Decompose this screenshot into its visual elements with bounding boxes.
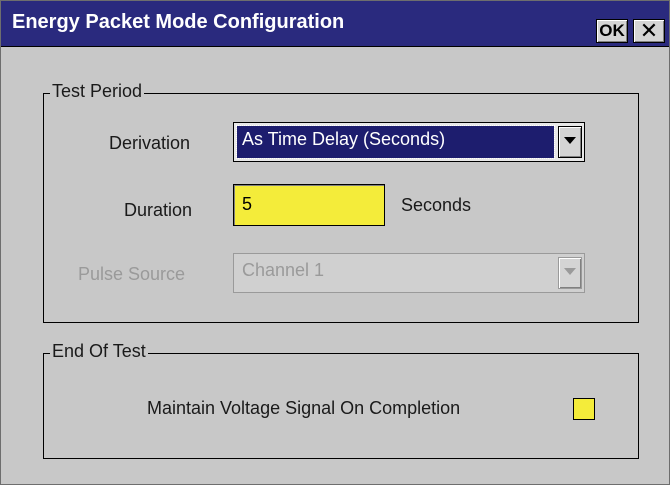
- ok-button[interactable]: OK: [596, 19, 628, 43]
- dialog-title: Energy Packet Mode Configuration: [12, 11, 345, 33]
- pulse-source-dropdown[interactable]: Channel 1: [233, 253, 585, 293]
- end-of-test-legend: End Of Test: [50, 341, 148, 362]
- close-icon: ✕: [639, 18, 659, 43]
- derivation-dropdown-button[interactable]: [558, 126, 582, 158]
- duration-label: Duration: [124, 200, 193, 220]
- test-period-legend: Test Period: [50, 81, 145, 102]
- derivation-dropdown[interactable]: As Time Delay (Seconds): [233, 122, 585, 162]
- derivation-selected-value: As Time Delay (Seconds): [236, 125, 555, 159]
- chevron-down-icon: [564, 268, 576, 275]
- chevron-down-icon: [564, 137, 576, 144]
- pulse-source-label: Pulse Source: [78, 264, 186, 284]
- title-bar: Energy Packet Mode Configuration OK ✕: [1, 1, 669, 47]
- maintain-voltage-checkbox[interactable]: [573, 398, 595, 420]
- close-button[interactable]: ✕: [633, 19, 665, 43]
- config-dialog: Energy Packet Mode Configuration OK ✕ Te…: [0, 0, 670, 485]
- pulse-source-dropdown-button[interactable]: [558, 257, 582, 289]
- maintain-voltage-label: Maintain Voltage Signal On Completion: [147, 398, 461, 418]
- derivation-label: Derivation: [109, 133, 191, 153]
- pulse-source-selected-value: Channel 1: [242, 260, 325, 280]
- duration-input[interactable]: 5: [233, 184, 385, 226]
- duration-unit-label: Seconds: [401, 195, 472, 215]
